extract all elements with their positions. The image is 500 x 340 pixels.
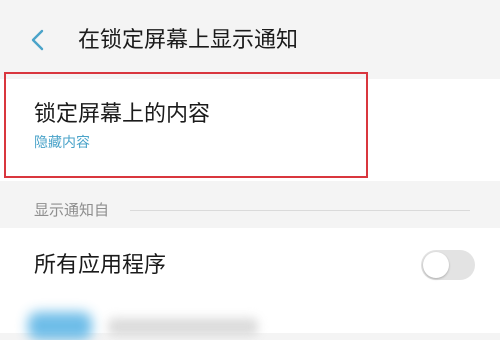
all-apps-toggle[interactable] (421, 250, 475, 280)
blurred-app-icon (28, 312, 92, 340)
highlight-annotation-box (4, 72, 368, 178)
blurred-app-name (108, 318, 258, 336)
page-title: 在锁定屏幕上显示通知 (78, 28, 299, 53)
all-apps-label: 所有应用程序 (34, 253, 167, 278)
section-header: 显示通知自 (34, 201, 110, 219)
section-divider (130, 210, 470, 211)
toggle-knob (423, 252, 449, 278)
chevron-left-icon (22, 22, 58, 58)
back-button[interactable] (22, 22, 58, 58)
